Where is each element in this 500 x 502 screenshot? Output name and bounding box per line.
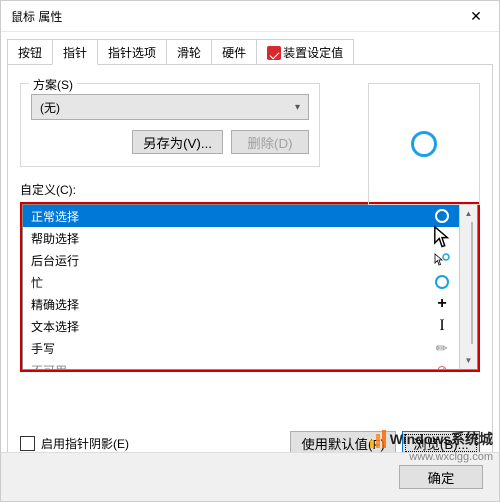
- list-item[interactable]: 帮助选择: [23, 227, 459, 249]
- pointer-shadow-label: 启用指针阴影(E): [41, 435, 129, 452]
- device-icon: [267, 46, 281, 60]
- list-item[interactable]: 不可用 ⊘: [23, 359, 459, 370]
- cursor-preview: [368, 83, 480, 205]
- chevron-down-icon: ▾: [295, 102, 300, 113]
- scroll-down-button[interactable]: ▼: [460, 352, 477, 369]
- arrow-ring-icon: [433, 253, 451, 267]
- scroll-thumb[interactable]: [471, 222, 473, 344]
- list-item[interactable]: 精确选择 +: [23, 293, 459, 315]
- tab-row: 按钮 指针 指针选项 滑轮 硬件 装置设定值: [7, 38, 493, 64]
- close-button[interactable]: ✕: [453, 1, 499, 31]
- ring-icon: [433, 209, 451, 223]
- watermark-url: www.wxclgg.com: [409, 451, 493, 463]
- pen-icon: ✎: [430, 336, 455, 361]
- watermark-logo-icon: [370, 430, 386, 448]
- watermark: Windows系统城: [370, 429, 493, 449]
- unavailable-icon: ⊘: [433, 362, 451, 371]
- titlebar: 鼠标 属性 ✕: [1, 1, 499, 32]
- list-item[interactable]: 文本选择 I: [23, 315, 459, 337]
- save-as-button[interactable]: 另存为(V)...: [132, 130, 223, 154]
- scheme-group: 方案(S) (无) ▾ 另存为(V)... 删除(D): [20, 83, 320, 167]
- tab-hardware[interactable]: 硬件: [211, 39, 257, 64]
- window-title: 鼠标 属性: [11, 8, 62, 25]
- cursor-list[interactable]: 正常选择 帮助选择 后台运行 忙 精确选择 +: [22, 204, 459, 370]
- scheme-combo[interactable]: (无) ▾: [31, 94, 309, 120]
- list-item[interactable]: 忙: [23, 271, 459, 293]
- tab-wheel[interactable]: 滑轮: [166, 39, 212, 64]
- ring-icon: [411, 131, 437, 157]
- checkbox-icon: [20, 436, 35, 451]
- scheme-label: 方案(S): [29, 76, 77, 93]
- scroll-up-button[interactable]: ▲: [460, 205, 477, 222]
- list-item[interactable]: 后台运行: [23, 249, 459, 271]
- ring-icon: [433, 275, 451, 289]
- tab-buttons[interactable]: 按钮: [7, 39, 53, 64]
- tab-pointer-options[interactable]: 指针选项: [97, 39, 167, 64]
- arrow-help-icon: [433, 225, 451, 250]
- scrollbar[interactable]: ▲ ▼: [459, 204, 478, 370]
- delete-button: 删除(D): [231, 130, 309, 154]
- pointer-shadow-checkbox[interactable]: 启用指针阴影(E): [20, 435, 129, 452]
- tab-pointers[interactable]: 指针: [52, 39, 98, 65]
- watermark-text: Windows系统城: [390, 429, 493, 449]
- crosshair-icon: +: [433, 295, 451, 313]
- tab-device-settings[interactable]: 装置设定值: [256, 39, 354, 64]
- tab-panel-pointers: 方案(S) (无) ▾ 另存为(V)... 删除(D) 自定义(C):: [7, 64, 493, 466]
- ok-button[interactable]: 确定: [399, 465, 483, 489]
- cursor-list-highlight: 正常选择 帮助选择 后台运行 忙 精确选择 +: [20, 202, 480, 372]
- list-item[interactable]: 正常选择: [23, 205, 459, 227]
- list-item[interactable]: 手写 ✎: [23, 337, 459, 359]
- scheme-value: (无): [40, 99, 60, 116]
- ibeam-icon: I: [433, 317, 451, 335]
